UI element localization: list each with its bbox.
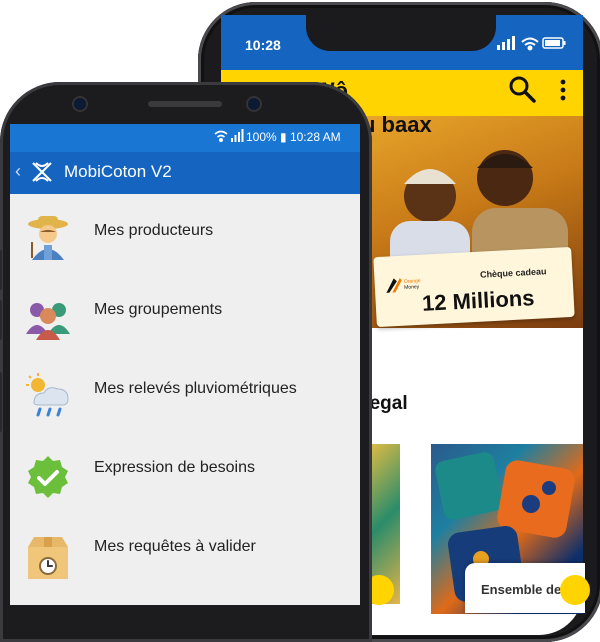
group-icon bbox=[26, 303, 70, 340]
wifi-icon bbox=[214, 130, 228, 143]
product-card-title: Ensemble de bbox=[481, 582, 562, 597]
check-badge-icon bbox=[28, 456, 68, 498]
side-button bbox=[0, 372, 2, 432]
menu-label-besoins: Expression de besoins bbox=[94, 459, 255, 476]
sensor bbox=[248, 98, 260, 110]
box-clock-icon bbox=[28, 537, 68, 579]
wifi-icon bbox=[521, 37, 539, 51]
banner-title: u baax bbox=[362, 112, 432, 137]
orange-money-logo-icon: Orange Money bbox=[386, 278, 421, 293]
rain-cloud-icon bbox=[26, 373, 69, 417]
cart-button-2[interactable] bbox=[560, 575, 590, 605]
earpiece-speaker bbox=[148, 101, 222, 107]
ios-status-icons bbox=[497, 36, 566, 51]
more-vertical-icon[interactable] bbox=[558, 78, 568, 102]
back-chevron-icon[interactable]: ‹ bbox=[15, 161, 21, 182]
signal-icon bbox=[497, 36, 515, 50]
search-icon[interactable] bbox=[507, 74, 537, 104]
iphone-notch bbox=[306, 15, 496, 51]
menu-label-groupements: Mes groupements bbox=[94, 301, 223, 318]
android-status-text: 100% ▮ 10:28 AM bbox=[246, 130, 341, 144]
front-camera bbox=[74, 98, 86, 110]
volume-button bbox=[0, 300, 2, 340]
menu-label-requetes: Mes requêtes à valider bbox=[94, 538, 256, 555]
menu-label-releves: Mes relevés pluviométriques bbox=[94, 380, 297, 397]
menu-label-producteurs: Mes producteurs bbox=[94, 222, 214, 239]
ios-status-time: 10:28 bbox=[245, 37, 281, 53]
app-title: MobiCoton V2 bbox=[64, 162, 172, 181]
signal-icon bbox=[231, 129, 244, 142]
volume-button bbox=[0, 250, 2, 290]
battery-icon bbox=[542, 37, 566, 49]
android-status-icons bbox=[214, 129, 244, 143]
svg-text:Money: Money bbox=[404, 284, 420, 291]
app-bar bbox=[10, 152, 360, 194]
mobicoton-logo-icon bbox=[32, 162, 52, 182]
farmer-icon bbox=[28, 216, 68, 260]
